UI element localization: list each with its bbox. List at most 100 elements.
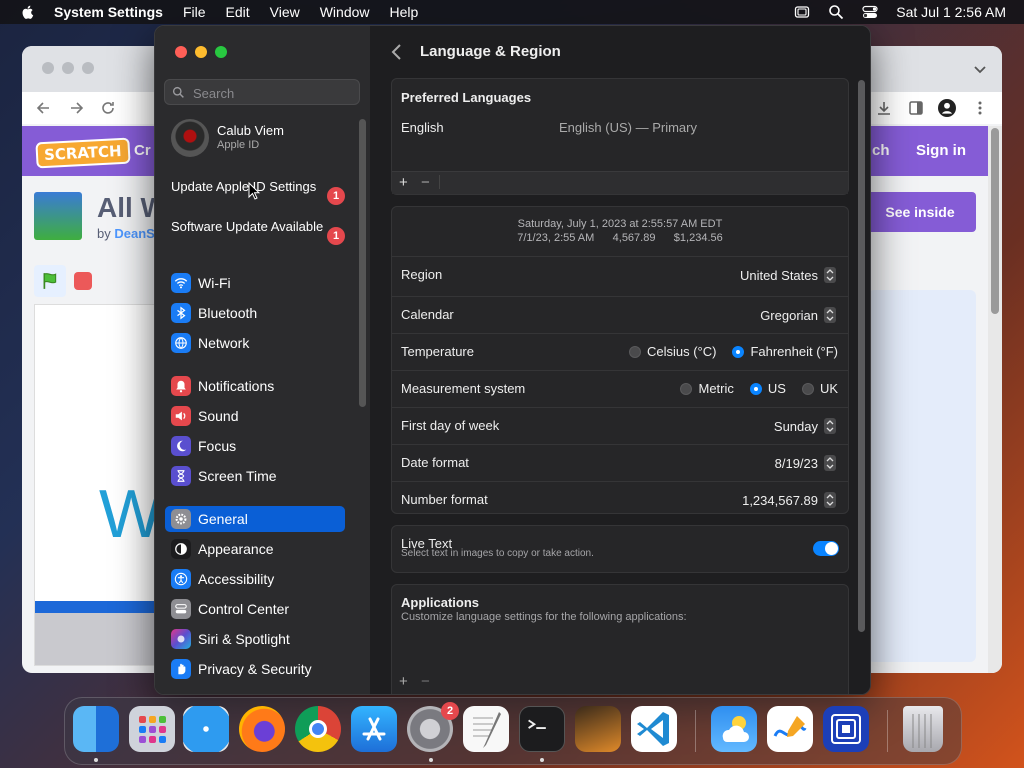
live-text-toggle[interactable] xyxy=(813,541,839,556)
sidebar-item-siri-spotlight[interactable]: Siri & Spotlight xyxy=(165,626,345,652)
remove-language-button[interactable]: − xyxy=(421,174,430,191)
sidebar-item-accessibility[interactable]: Accessibility xyxy=(165,566,345,592)
freeform-icon[interactable] xyxy=(767,706,813,752)
green-flag-button[interactable] xyxy=(34,265,66,297)
metric-option[interactable]: Metric xyxy=(680,381,734,396)
menu-app-name[interactable]: System Settings xyxy=(54,4,163,20)
celsius-radio[interactable] xyxy=(628,345,641,358)
menu-edit[interactable]: Edit xyxy=(226,4,250,20)
sidebar-item-network[interactable]: Network xyxy=(165,330,345,356)
finder-icon[interactable] xyxy=(73,706,119,752)
chrome-icon[interactable] xyxy=(295,706,341,752)
terminal-icon[interactable] xyxy=(519,706,565,752)
launchpad-icon[interactable] xyxy=(129,706,175,752)
see-inside-button[interactable]: See inside xyxy=(864,192,976,232)
sidebar-item-appearance[interactable]: Appearance xyxy=(165,536,345,562)
reload-icon[interactable] xyxy=(100,100,116,116)
menu-file[interactable]: File xyxy=(183,4,206,20)
forward-arrow-icon[interactable] xyxy=(68,100,84,116)
sidebar-item-label: Accessibility xyxy=(198,571,275,587)
sign-in-link[interactable]: Sign in xyxy=(916,142,966,159)
apple-icon[interactable] xyxy=(20,4,36,20)
temperature-row: Temperature Celsius (°C) Fahrenheit (°F) xyxy=(392,333,848,370)
appearance-icon xyxy=(171,539,191,559)
author-link[interactable]: DeanS xyxy=(114,226,154,241)
sidebar-item-privacy-security[interactable]: Privacy & Security xyxy=(165,656,345,682)
back-chevron-icon[interactable] xyxy=(390,42,404,62)
profile-icon[interactable] xyxy=(938,99,956,117)
by-label: by xyxy=(97,226,115,241)
number-format-select[interactable]: 1,234,567.89 xyxy=(742,492,836,508)
us-option[interactable]: US xyxy=(749,381,786,396)
close-button[interactable] xyxy=(175,46,187,58)
calendar-label: Calendar xyxy=(401,307,454,322)
sidebar-scrollbar[interactable] xyxy=(359,119,366,407)
celsius-option[interactable]: Celsius (°C) xyxy=(628,344,716,359)
weather-icon[interactable] xyxy=(711,706,757,752)
menu-clock[interactable]: Sat Jul 1 2:56 AM xyxy=(896,4,1006,20)
screen-sharing-icon[interactable] xyxy=(823,706,869,752)
back-arrow-icon[interactable] xyxy=(36,100,52,116)
main-scrollbar[interactable] xyxy=(858,80,865,632)
calendar-select[interactable]: Gregorian xyxy=(760,307,836,323)
search-input[interactable] xyxy=(191,83,355,103)
us-radio[interactable] xyxy=(749,382,762,395)
textedit-icon[interactable] xyxy=(463,706,509,752)
stop-button[interactable] xyxy=(74,272,92,290)
fahrenheit-radio[interactable] xyxy=(732,345,745,358)
scratch-logo[interactable]: SCRATCH xyxy=(35,137,131,169)
browser-scroll-thumb[interactable] xyxy=(991,128,999,314)
notifications-icon xyxy=(171,376,191,396)
measurement-row: Measurement system Metric US UK xyxy=(392,370,848,407)
safari-icon[interactable] xyxy=(183,706,229,752)
zoom-button[interactable] xyxy=(215,46,227,58)
region-select[interactable]: United States xyxy=(740,267,836,283)
sidebar-item-control-center[interactable]: Control Center xyxy=(165,596,345,622)
menu-window[interactable]: Window xyxy=(320,4,370,20)
project-stage[interactable]: W xyxy=(34,304,164,666)
nav-search-link[interactable]: ch xyxy=(872,142,890,159)
menu-help[interactable]: Help xyxy=(390,4,419,20)
vscode-icon[interactable] xyxy=(631,706,677,752)
uk-option[interactable]: UK xyxy=(801,381,838,396)
sidebar-item-label: Privacy & Security xyxy=(198,661,312,677)
first-day-row: First day of week Sunday xyxy=(392,407,848,444)
remove-application-button[interactable]: − xyxy=(421,673,430,690)
apple-id-account[interactable]: Calub Viem Apple ID xyxy=(171,119,356,159)
app-store-icon[interactable] xyxy=(351,706,397,752)
fahrenheit-option[interactable]: Fahrenheit (°F) xyxy=(732,344,838,359)
sidebar-item-bluetooth[interactable]: Bluetooth xyxy=(165,300,345,326)
sidebar-item-wifi[interactable]: Wi-Fi xyxy=(165,270,345,296)
temperature-radio-group: Celsius (°C) Fahrenheit (°F) xyxy=(613,344,838,359)
date-format-select[interactable]: 8/19/23 xyxy=(775,455,836,471)
firefox-icon[interactable] xyxy=(239,706,285,752)
software-update-notice[interactable]: Software Update Available 1 xyxy=(171,219,345,245)
sidebar-item-sound[interactable]: Sound xyxy=(165,403,345,429)
nav-create-link[interactable]: Cr xyxy=(134,142,151,159)
control-center-icon[interactable] xyxy=(862,4,878,20)
more-icon[interactable] xyxy=(978,100,982,116)
sidebar-item-focus[interactable]: Focus xyxy=(165,433,345,459)
side-panel-icon[interactable] xyxy=(908,100,924,116)
minimize-button[interactable] xyxy=(195,46,207,58)
browser-scrollbar[interactable] xyxy=(988,126,1002,673)
sidebar-item-notifications[interactable]: Notifications xyxy=(165,373,345,399)
stage-manager-icon[interactable] xyxy=(794,4,810,20)
add-language-button[interactable]: + xyxy=(399,174,408,191)
metric-radio[interactable] xyxy=(680,382,693,395)
first-day-select[interactable]: Sunday xyxy=(774,418,836,434)
trash-icon[interactable] xyxy=(903,706,943,752)
language-name[interactable]: English xyxy=(401,120,444,135)
sidebar-item-general[interactable]: General xyxy=(165,506,345,532)
menu-view[interactable]: View xyxy=(270,4,300,20)
add-application-button[interactable]: + xyxy=(399,673,408,690)
garageband-icon[interactable] xyxy=(575,706,621,752)
uk-radio[interactable] xyxy=(801,382,814,395)
sidebar-item-screen-time[interactable]: Screen Time xyxy=(165,463,345,489)
search-field[interactable] xyxy=(164,79,360,105)
format-preview: Saturday, July 1, 2023 at 2:55:57 AM EDT… xyxy=(392,217,848,245)
spotlight-search-icon[interactable] xyxy=(828,4,844,20)
download-icon[interactable] xyxy=(876,100,892,116)
first-day-value: Sunday xyxy=(773,418,818,434)
chevron-down-icon[interactable] xyxy=(974,66,986,74)
